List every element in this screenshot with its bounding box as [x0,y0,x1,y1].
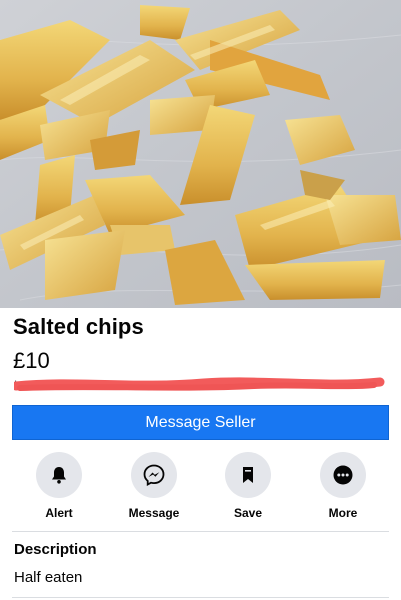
alert-label: Alert [45,506,73,520]
message-button[interactable]: Message [109,452,199,520]
divider [12,597,389,598]
more-label: More [328,506,358,520]
description-text: Half eaten [14,569,83,586]
more-icon [333,465,353,485]
listing-photo[interactable] [0,0,401,308]
redaction-scribble [14,377,385,391]
divider [12,531,389,532]
alert-button[interactable]: Alert [14,452,104,520]
message-seller-button[interactable]: Message Seller [12,405,389,440]
description-heading: Description [14,541,97,558]
save-label: Save [233,506,263,520]
listing-title: Salted chips [13,314,144,339]
action-bar: Alert Message Save More [12,452,389,522]
bookmark-icon [243,467,253,483]
more-button[interactable]: More [298,452,388,520]
listing-price: £10 [13,348,50,373]
bell-icon [52,467,66,484]
save-button[interactable]: Save [203,452,293,520]
messenger-icon [143,464,165,486]
location-line: Location redacted [14,376,390,394]
chips-image [0,0,401,308]
message-label: Message [128,506,180,520]
